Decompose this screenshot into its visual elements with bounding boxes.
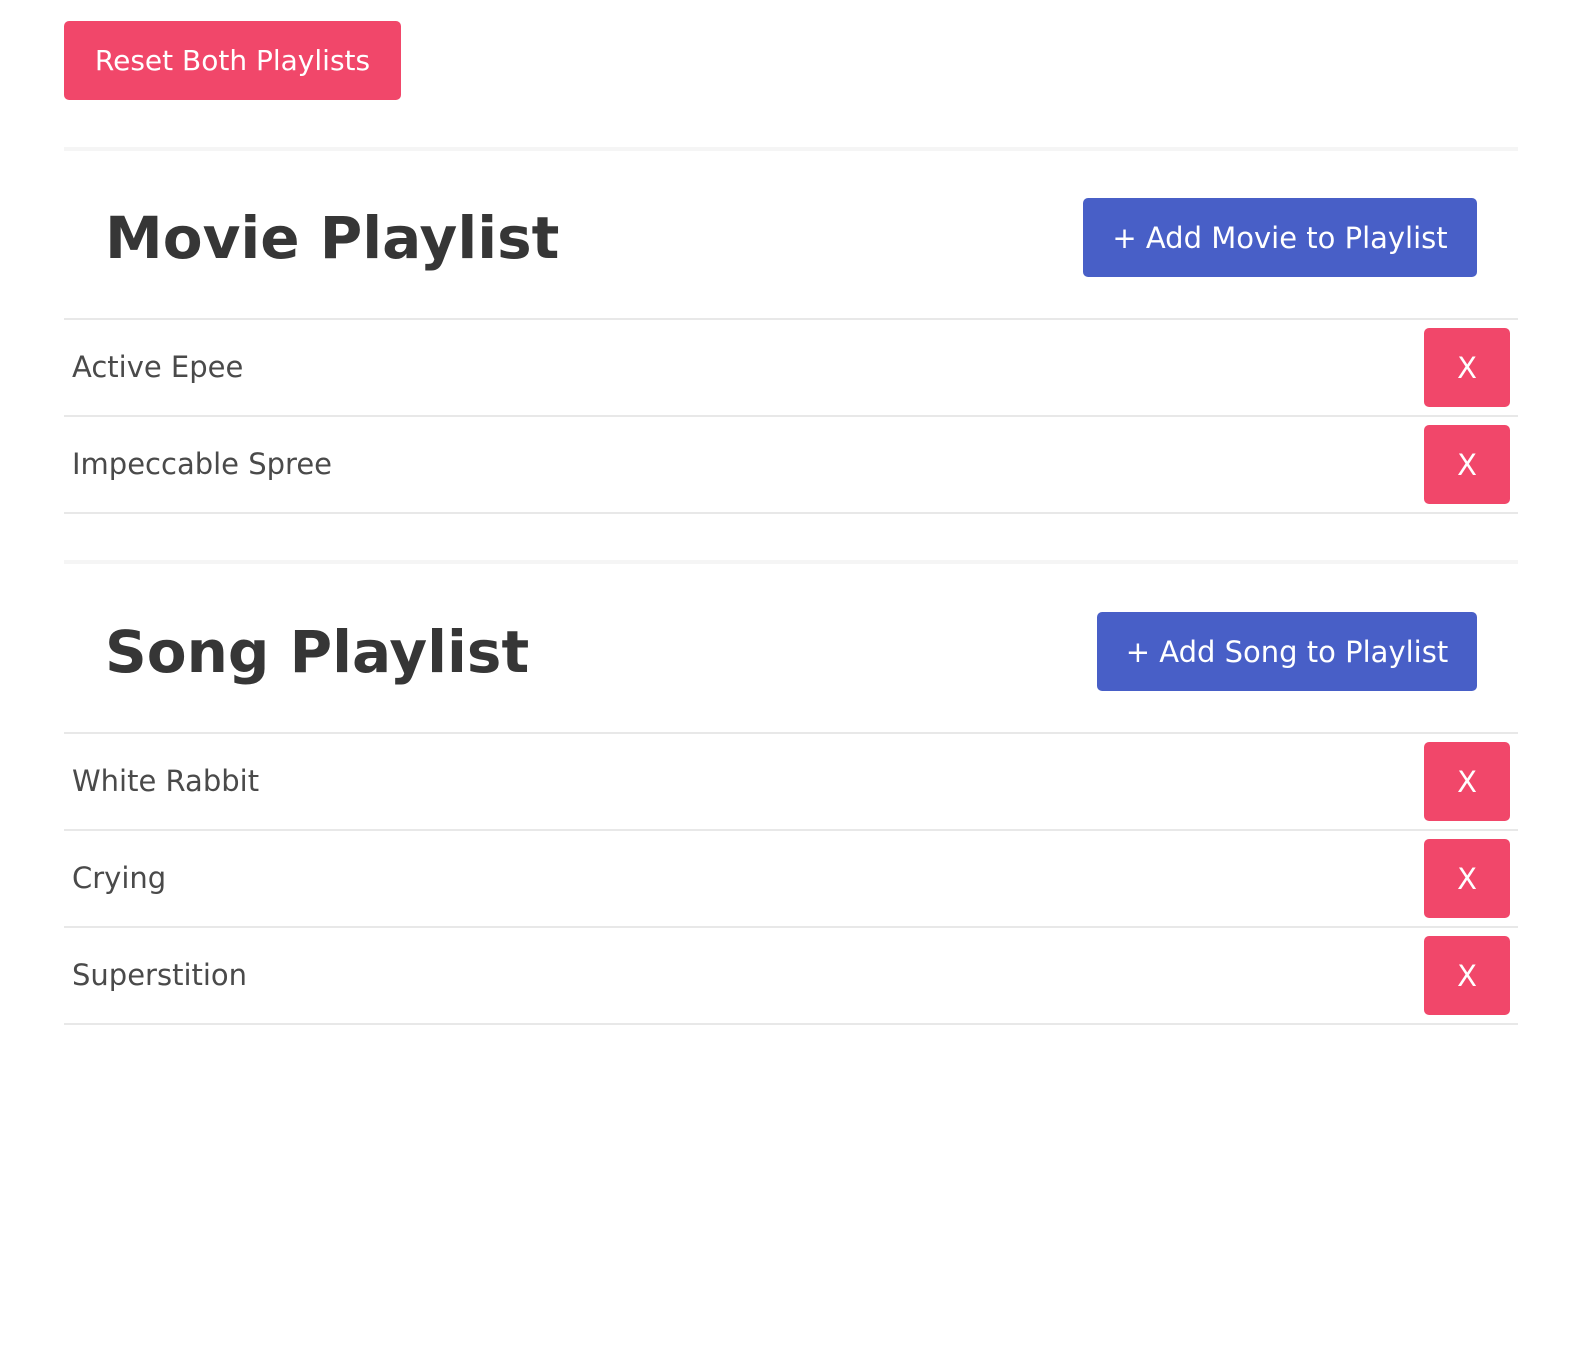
list-item: Superstition X xyxy=(64,928,1518,1025)
song-playlist-section: Song Playlist + Add Song to Playlist Whi… xyxy=(64,612,1518,1025)
add-movie-button[interactable]: + Add Movie to Playlist xyxy=(1083,198,1477,277)
divider xyxy=(64,147,1518,151)
song-list: White Rabbit X Crying X Superstition X xyxy=(64,732,1518,1025)
movie-title: Impeccable Spree xyxy=(72,447,333,481)
remove-song-button[interactable]: X xyxy=(1424,936,1510,1015)
divider xyxy=(64,560,1518,564)
movie-title: Active Epee xyxy=(72,350,244,384)
add-song-button[interactable]: + Add Song to Playlist xyxy=(1097,612,1477,691)
song-playlist-title: Song Playlist xyxy=(105,618,530,686)
movie-list: Active Epee X Impeccable Spree X xyxy=(64,318,1518,514)
list-item: Impeccable Spree X xyxy=(64,417,1518,514)
remove-song-button[interactable]: X xyxy=(1424,742,1510,821)
song-title: Superstition xyxy=(72,958,248,992)
list-item: White Rabbit X xyxy=(64,734,1518,831)
remove-movie-button[interactable]: X xyxy=(1424,425,1510,504)
list-item: Active Epee X xyxy=(64,320,1518,417)
movie-playlist-title: Movie Playlist xyxy=(105,204,560,272)
remove-song-button[interactable]: X xyxy=(1424,839,1510,918)
remove-movie-button[interactable]: X xyxy=(1424,328,1510,407)
movie-playlist-section: Movie Playlist + Add Movie to Playlist A… xyxy=(64,198,1518,514)
song-title: Crying xyxy=(72,861,167,895)
list-item: Crying X xyxy=(64,831,1518,928)
movie-playlist-header: Movie Playlist + Add Movie to Playlist xyxy=(64,198,1518,318)
song-playlist-header: Song Playlist + Add Song to Playlist xyxy=(64,612,1518,732)
reset-both-playlists-button[interactable]: Reset Both Playlists xyxy=(64,21,401,100)
song-title: White Rabbit xyxy=(72,764,260,798)
